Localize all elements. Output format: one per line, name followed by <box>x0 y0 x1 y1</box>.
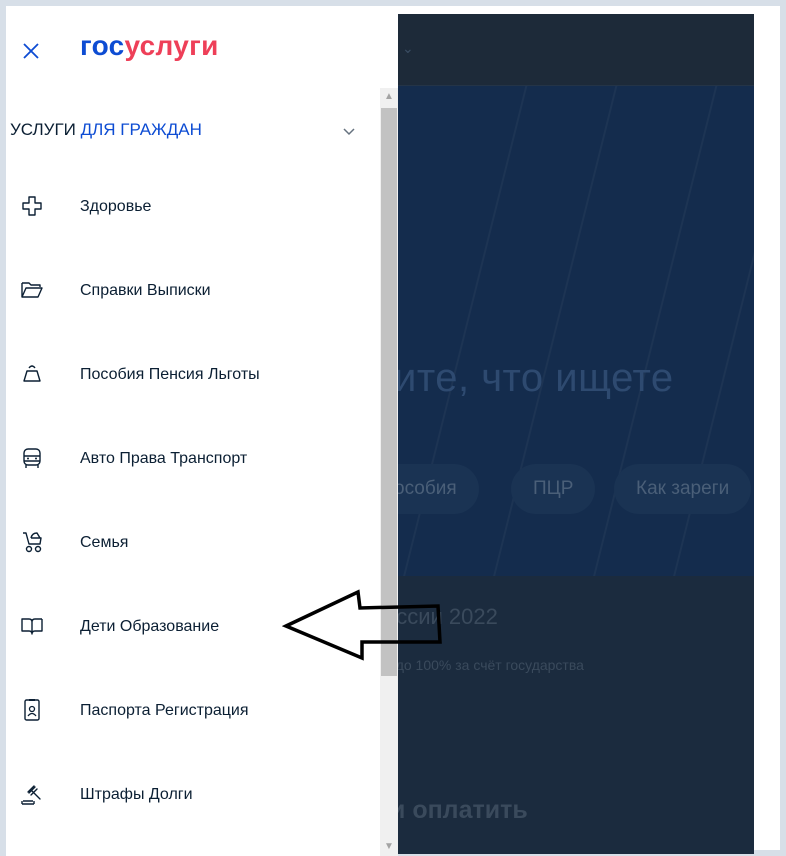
navigation-drawer: госуслуги УСЛУГИ ДЛЯ ГРАЖДАН Здоровье Сп… <box>6 6 398 856</box>
search-hint-text: ите, что ищете <box>398 356 674 400</box>
quick-search-chip: ПЦР <box>511 464 596 514</box>
category-label: УСЛУГИ ДЛЯ ГРАЖДАН <box>10 120 202 139</box>
menu-item-family[interactable]: Семья <box>6 502 376 586</box>
book-icon <box>21 618 43 635</box>
stroller-icon <box>23 532 42 553</box>
menu-item-label: Справки Выписки <box>80 282 211 299</box>
menu-item-auto[interactable]: Авто Права Транспорт <box>6 418 376 502</box>
car-icon <box>23 448 41 468</box>
chevron-down-icon: ⌄ <box>402 40 414 56</box>
section-title: и оплатить <box>398 796 528 824</box>
quick-search-chip: Как зареги <box>614 464 752 514</box>
folder-icon <box>21 282 43 298</box>
menu-item-passports[interactable]: Паспорта Регистрация <box>6 670 376 754</box>
gosuslugi-logo[interactable]: госуслуги <box>80 30 219 62</box>
services-menu: Здоровье Справки Выписки Пособия Пенсия … <box>6 166 376 838</box>
background-page-overlay[interactable]: ⌄ ите, что ищете особия ПЦР Как зареги е… <box>398 14 754 854</box>
menu-item-health[interactable]: Здоровье <box>6 166 376 250</box>
annotation-arrow-icon <box>282 589 442 661</box>
menu-item-certificates[interactable]: Справки Выписки <box>6 250 376 334</box>
menu-item-label: Семья <box>80 534 129 551</box>
health-cross-icon <box>22 196 42 216</box>
menu-item-fines[interactable]: Штрафы Долги <box>6 754 376 838</box>
chevron-down-icon <box>343 128 355 136</box>
quick-search-chip: особия <box>398 464 479 514</box>
logo-part-gos: гос <box>80 30 125 61</box>
menu-item-label: Дети Образование <box>80 618 220 635</box>
background-header: ⌄ <box>398 14 754 86</box>
close-icon[interactable] <box>20 40 42 62</box>
gavel-icon <box>21 785 41 805</box>
menu-item-label: Пособия Пенсия Льготы <box>80 366 260 383</box>
benefits-bell-icon <box>23 365 41 382</box>
scroll-up-arrow-icon[interactable]: ▲ <box>380 88 398 106</box>
scroll-down-arrow-icon[interactable]: ▼ <box>380 838 398 856</box>
passport-icon <box>24 699 40 721</box>
drawer-scrollbar[interactable]: ▲ ▼ <box>380 88 398 856</box>
menu-item-label: Паспорта Регистрация <box>80 702 249 719</box>
category-prefix: УСЛУГИ <box>10 120 81 139</box>
menu-item-label: Авто Права Транспорт <box>80 450 248 467</box>
menu-item-label: Штрафы Долги <box>80 786 193 803</box>
category-accent: ДЛЯ ГРАЖДАН <box>80 120 202 139</box>
menu-item-label: Здоровье <box>80 198 152 215</box>
category-toggle[interactable]: УСЛУГИ ДЛЯ ГРАЖДАН <box>10 120 360 148</box>
logo-part-uslugi: услуги <box>124 30 219 61</box>
menu-item-benefits[interactable]: Пособия Пенсия Льготы <box>6 334 376 418</box>
